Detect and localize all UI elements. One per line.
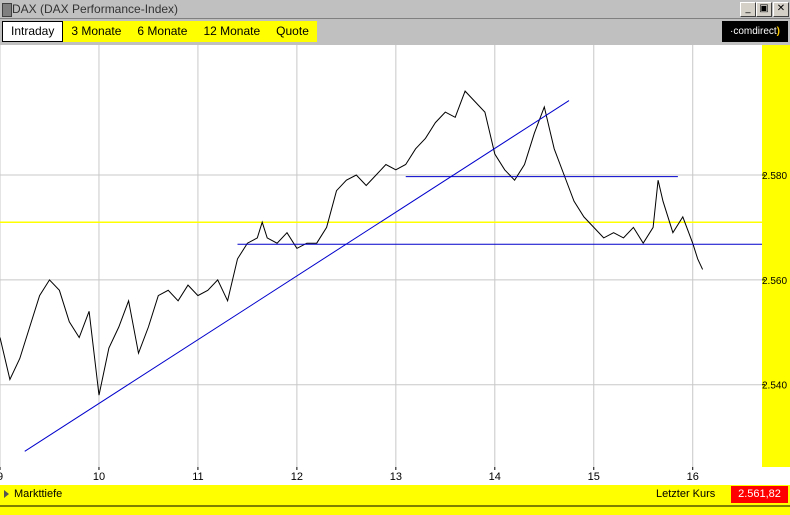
y-tick-label: 2.580: [762, 171, 787, 182]
x-tick-label: 13: [390, 471, 402, 483]
price-chart: [0, 45, 762, 467]
restore-button[interactable]: ▣: [756, 2, 772, 17]
tab-6-monate[interactable]: 6 Monate: [129, 21, 195, 42]
expand-arrow-icon[interactable]: [4, 490, 9, 498]
y-tick-label: 2.560: [762, 276, 787, 287]
x-axis: 9 10 11 12 13 14 15 16: [0, 467, 699, 483]
x-axis-panel: 9 10 11 12 13 14 15 16: [0, 467, 762, 485]
y-axis: 2.580 2.560 2.540: [762, 171, 787, 392]
tab-bar: Intraday 3 Monate 6 Monate 12 Monate Quo…: [0, 19, 790, 45]
comdirect-logo: ·comdirect): [722, 21, 788, 42]
x-tick-label: 14: [489, 471, 501, 483]
title-bar: DAX (DAX Performance-Index) _ ▣ ✕: [0, 0, 790, 19]
footer-strip: [0, 505, 790, 515]
x-tick-label: 10: [93, 471, 105, 483]
tab-quote[interactable]: Quote: [268, 21, 317, 42]
tab-3-monate[interactable]: 3 Monate: [63, 21, 129, 42]
x-tick-label: 11: [192, 471, 203, 483]
close-button[interactable]: ✕: [773, 2, 789, 17]
tab-intraday[interactable]: Intraday: [2, 21, 64, 42]
price-series-line: [0, 90, 704, 396]
y-tick-label: 2.540: [762, 381, 787, 392]
x-tick-label: 9: [0, 471, 3, 483]
x-tick-label: 12: [291, 471, 303, 483]
markttiefe-label[interactable]: Markttiefe: [14, 488, 62, 500]
window-title: DAX (DAX Performance-Index): [12, 2, 179, 16]
last-price-value: 2.561,82: [731, 486, 788, 503]
minimize-button[interactable]: _: [740, 2, 756, 17]
tab-list: Intraday 3 Monate 6 Monate 12 Monate Quo…: [2, 21, 317, 42]
status-bar: Markttiefe Letzter Kurs 2.561,82: [0, 485, 790, 505]
x-tick-label: 15: [588, 471, 600, 483]
chart-area: [0, 45, 762, 467]
y-axis-panel: 2.580 2.560 2.540: [762, 45, 790, 467]
logo-bolt-icon: ): [776, 26, 781, 37]
x-tick-label: 16: [687, 471, 699, 483]
tab-12-monate[interactable]: 12 Monate: [195, 21, 268, 42]
last-price-label: Letzter Kurs: [656, 488, 716, 500]
window-icon: [2, 3, 12, 17]
logo-text: comdirect: [733, 26, 777, 37]
